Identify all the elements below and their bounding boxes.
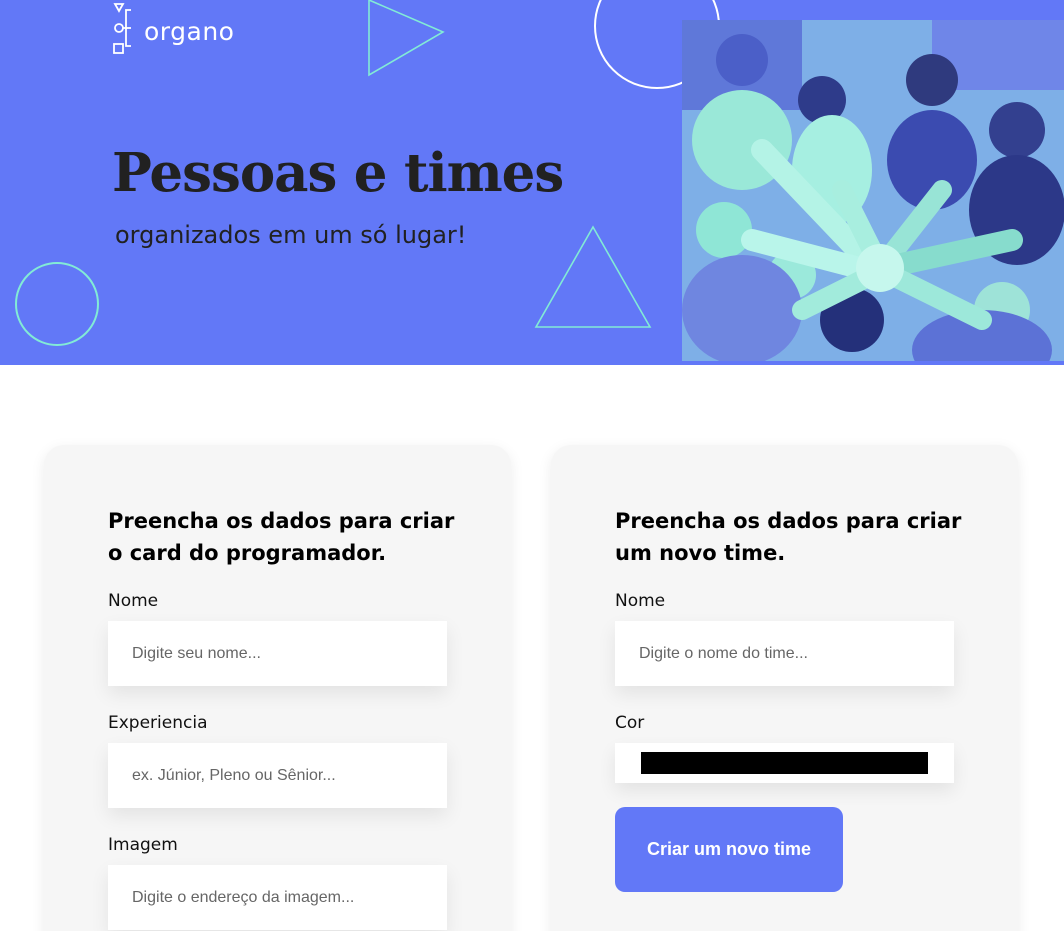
triangle-right-shape-icon [368,0,445,77]
team-form-card: Preencha os dados para criar um novo tim… [551,445,1018,931]
organo-logo-icon [113,3,131,54]
logo[interactable]: organo [112,2,234,58]
team-form-title: Preencha os dados para criar um novo tim… [615,509,962,565]
banner: organo Pessoas e times organizados em um… [0,0,1064,365]
person-name-label: Nome [108,591,159,611]
triangle-up-shape-icon [534,225,652,328]
person-form-card: Preencha os dados para criar o card do p… [44,445,511,931]
circle-accent-shape-icon [15,262,99,346]
team-color-swatch[interactable] [641,752,928,774]
person-experience-label: Experiencia [108,713,208,733]
team-name-input[interactable] [615,621,954,686]
person-image-input[interactable] [108,865,447,930]
team-name-label: Nome [615,591,666,611]
hero-title: Pessoas e times [112,142,564,204]
person-form-title: Preencha os dados para criar o card do p… [108,509,455,565]
person-experience-input[interactable] [108,743,447,808]
hero-subtitle: organizados em um só lugar! [115,221,467,249]
brand-name: organo [144,17,235,46]
team-color-picker[interactable] [615,743,954,783]
person-name-input[interactable] [108,621,447,686]
team-color-label: Cor [615,713,645,733]
hero-team-photo [682,20,1064,361]
create-team-button[interactable]: Criar um novo time [615,807,843,892]
person-image-label: Imagem [108,835,178,855]
